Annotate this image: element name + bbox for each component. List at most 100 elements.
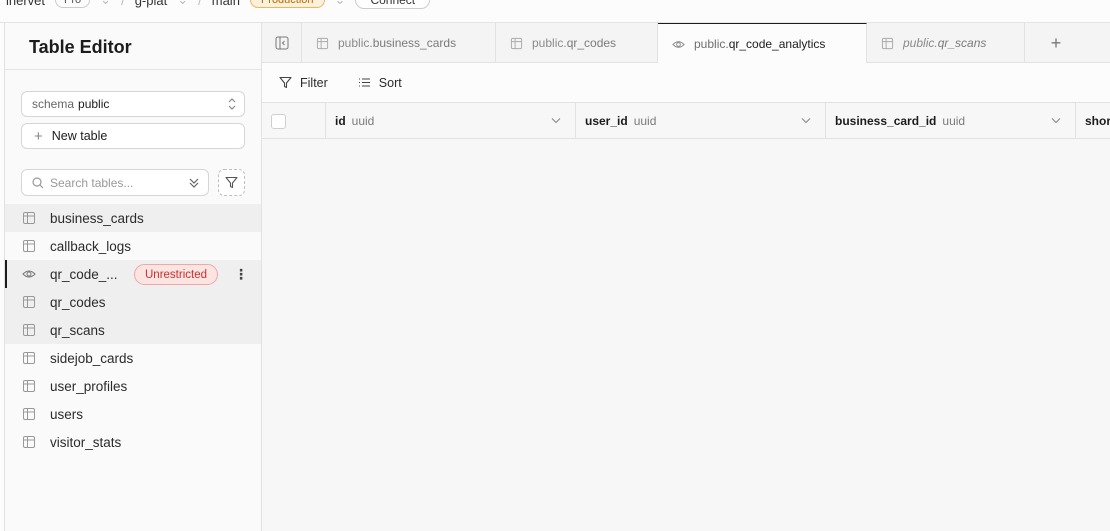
tab-business-cards[interactable]: public. business_cards (302, 23, 496, 63)
schema-selector[interactable]: schema public (21, 91, 245, 117)
column-type: uuid (351, 114, 375, 128)
table-name: qr_scans (50, 322, 105, 338)
filter-label: Filter (300, 75, 328, 90)
tab-label: qr_codes (566, 36, 617, 50)
plus-icon: + (1050, 32, 1062, 53)
chevron-down-icon[interactable]: ⌄ (100, 0, 111, 8)
plan-badge: Pro (55, 0, 91, 8)
filter-tables-button[interactable] (218, 169, 245, 196)
table-icon (316, 37, 329, 50)
tab-schema: public. (903, 36, 938, 50)
table-list-item[interactable]: users (5, 400, 261, 428)
column-header-truncated[interactable]: shor (1076, 103, 1110, 139)
toggle-sidebar-button[interactable] (262, 23, 302, 63)
table-list-item[interactable]: business_cards (5, 204, 261, 232)
sort-label: Sort (378, 75, 402, 90)
table-icon (22, 211, 36, 225)
top-navigation-bar: inervet Pro ⌄ / g-plat ⌄ / main Producti… (0, 0, 1110, 12)
add-tab-button[interactable]: + (1036, 23, 1076, 63)
table-icon (22, 435, 36, 449)
schema-value: public (78, 97, 110, 111)
table-list-item[interactable]: sidejob_cards (5, 344, 261, 372)
new-table-label: New table (51, 129, 108, 143)
tab-label: qr_code_analytics (728, 37, 826, 51)
grid-body (262, 139, 1110, 531)
grid-header: id uuid user_id uuid business_card_id uu… (262, 103, 1110, 139)
table-icon (22, 379, 36, 393)
chevron-down-icon[interactable] (551, 117, 561, 124)
table-icon (22, 239, 36, 253)
table-name: sidejob_cards (50, 350, 134, 366)
column-name: user_id (585, 114, 628, 128)
column-name: business_card_id (835, 114, 937, 128)
table-name: user_profiles (50, 378, 128, 394)
tab-schema: public. (338, 36, 373, 50)
table-name: qr_codes (50, 294, 106, 310)
eye-icon (22, 267, 36, 281)
table-list-item[interactable]: qr_scans (5, 316, 261, 344)
unrestricted-badge: Unrestricted (134, 264, 218, 285)
tab-qr-scans[interactable]: public. qr_scans (867, 23, 1025, 63)
column-type: uuid (633, 114, 657, 128)
table-list-item[interactable]: qr_code_... Unrestricted ⋮ (5, 260, 261, 288)
chevron-up-down-icon (228, 98, 236, 110)
tab-bar: public. business_cards public. qr_codes pu… (262, 23, 1110, 64)
table-icon (22, 407, 36, 421)
sidebar-title: Table Editor (5, 23, 261, 70)
tab-label: qr_scans (937, 36, 987, 50)
filter-icon (279, 76, 292, 89)
table-name: visitor_stats (50, 434, 122, 450)
search-icon (32, 176, 44, 188)
table-icon (881, 37, 894, 50)
org-name[interactable]: inervet (6, 0, 45, 8)
column-header-business-card-id[interactable]: business_card_id uuid (826, 103, 1076, 139)
tab-qr-code-analytics[interactable]: public. qr_code_analytics (658, 23, 867, 64)
environment-badge: Production (249, 0, 325, 8)
column-type: uuid (942, 114, 966, 128)
table-list-item[interactable]: qr_codes (5, 288, 261, 316)
chevron-down-icon[interactable]: ⌄ (335, 0, 346, 8)
chevrons-down-icon[interactable] (188, 176, 200, 190)
table-name: business_cards (50, 210, 144, 226)
plus-icon: + (34, 127, 43, 145)
sidebar-toggle-icon (275, 36, 288, 50)
search-placeholder: Search tables... (50, 175, 134, 190)
table-icon (22, 323, 36, 337)
tab-schema: public. (532, 36, 567, 50)
column-name: shor (1085, 114, 1110, 128)
filter-button[interactable]: Filter (279, 76, 328, 90)
eye-icon (672, 38, 685, 51)
grid-toolbar: Filter Sort (262, 63, 1110, 103)
table-icon (22, 295, 36, 309)
table-name: callback_logs (50, 238, 132, 254)
column-name: id (335, 114, 346, 128)
separator-icon: / (121, 0, 125, 8)
table-list-item[interactable]: visitor_stats (5, 428, 261, 456)
chevron-down-icon[interactable] (801, 117, 811, 124)
sort-button[interactable]: Sort (358, 76, 402, 90)
list-sort-icon (358, 78, 370, 87)
select-all-checkbox-cell (262, 103, 326, 139)
new-table-button[interactable]: + New table (21, 123, 245, 149)
table-list-item[interactable]: callback_logs (5, 232, 261, 260)
table-icon (510, 37, 523, 50)
sidebar: Table Editor schema public + New table S… (4, 23, 262, 531)
column-header-id[interactable]: id uuid (326, 103, 576, 139)
filter-icon (225, 176, 238, 189)
schema-label: schema (32, 97, 75, 111)
table-name: users (50, 406, 84, 422)
column-header-user-id[interactable]: user_id uuid (576, 103, 826, 139)
project-name[interactable]: g-plat (135, 0, 168, 8)
chevron-down-icon[interactable] (1051, 117, 1061, 124)
branch-name[interactable]: main (212, 0, 240, 8)
table-list-item[interactable]: user_profiles (5, 372, 261, 400)
search-tables-input[interactable]: Search tables... (21, 169, 209, 196)
more-options-icon[interactable]: ⋮ (234, 266, 248, 283)
chevron-down-icon[interactable]: ⌄ (177, 0, 188, 8)
connect-button[interactable]: Connect (355, 0, 431, 9)
table-icon (22, 351, 36, 365)
tab-qr-codes[interactable]: public. qr_codes (496, 23, 658, 63)
select-all-checkbox[interactable] (271, 114, 286, 129)
tab-schema: public. (694, 37, 729, 51)
separator-icon: / (198, 0, 202, 8)
